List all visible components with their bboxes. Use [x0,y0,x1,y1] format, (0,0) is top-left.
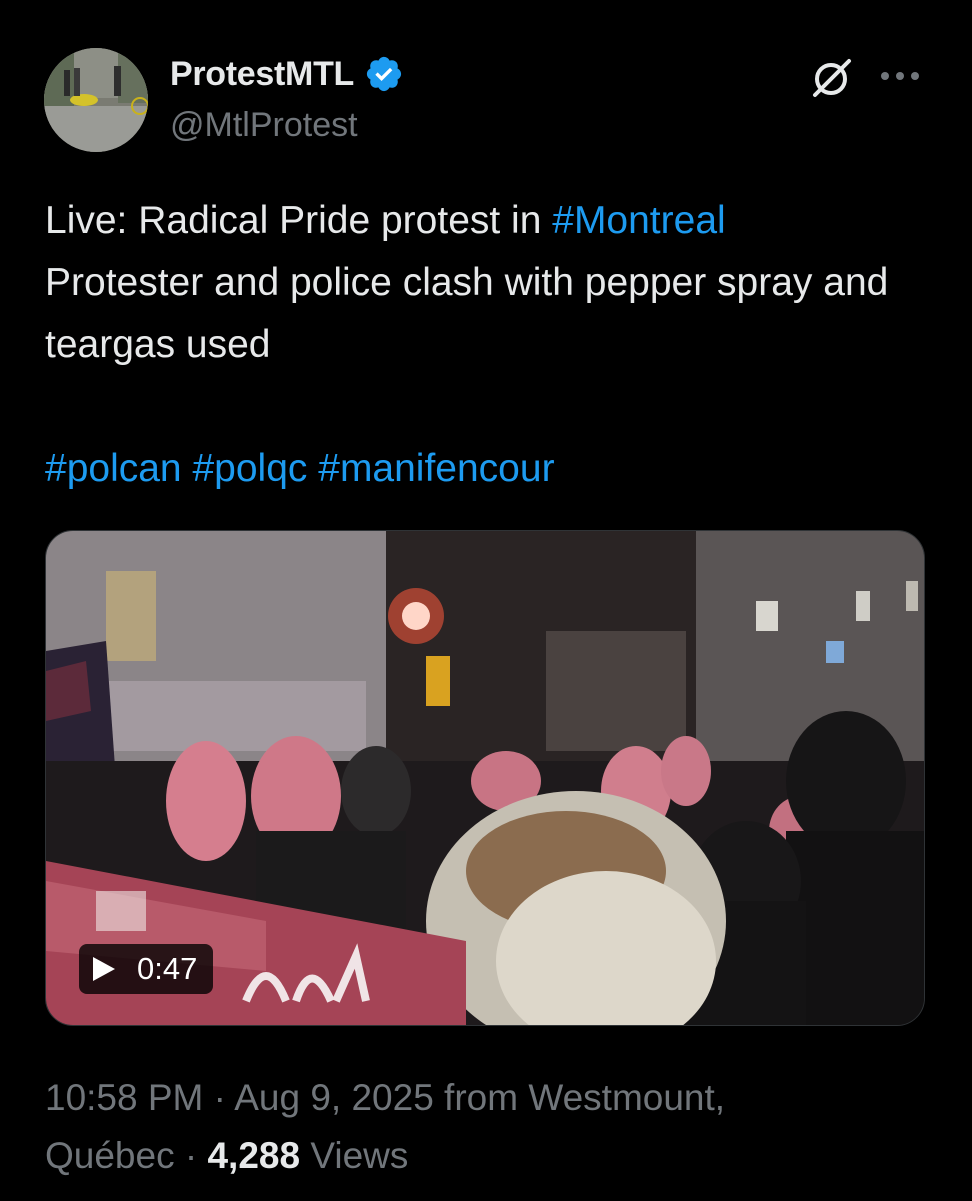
views-label: Views [310,1135,409,1176]
author-handle[interactable]: @MtlProtest [170,104,358,146]
tweet-line-1: Live: Radical Pride protest in #Montreal [45,190,925,252]
tweet-meta-line-1: 10:58 PM · Aug 9, 2025 from Westmount, [45,1073,725,1123]
tweet-date[interactable]: Aug 9, 2025 [234,1077,434,1118]
views-count[interactable]: 4,288 [207,1135,300,1176]
tweet-line-1-text: Live: Radical Pride protest in [45,199,553,242]
hashtag-polqc[interactable]: #polqc [192,447,307,490]
more-dots-icon [881,72,919,80]
tweet-line-2: Protester and police clash with pepper s… [45,261,889,366]
video-duration: 0:47 [137,951,198,986]
tweet-hashtags: #polcan #polqc #manifencour [45,438,925,500]
meta-separator-2: · [174,1135,208,1176]
tweet-text: Live: Radical Pride protest in #Montreal… [45,190,925,500]
author-display-name[interactable]: ProtestMTL [170,55,354,94]
hashtag-montreal[interactable]: #Montreal [552,199,725,242]
author-display-name-row[interactable]: ProtestMTL [170,52,404,96]
avatar[interactable] [44,48,148,152]
tweet-meta-line-2: Québec · 4,288 Views [45,1131,408,1181]
tweet-time[interactable]: 10:58 PM [45,1077,203,1118]
hashtag-manifencour[interactable]: #manifencour [318,447,554,490]
tweet-location-part1[interactable]: Westmount, [528,1077,725,1118]
video-player[interactable]: 0:47 [45,530,925,1026]
hashtag-polcan[interactable]: #polcan [45,447,182,490]
grok-icon [813,59,851,97]
tweet-location-part2[interactable]: Québec [45,1135,175,1176]
play-icon [93,957,115,981]
meta-separator: · [203,1077,235,1118]
verified-badge-icon [366,56,402,92]
grok-button[interactable] [806,52,858,104]
source-prefix: from [433,1077,529,1118]
more-options-button[interactable] [876,56,924,96]
avatar-image [44,48,148,152]
video-duration-badge: 0:47 [79,944,214,994]
